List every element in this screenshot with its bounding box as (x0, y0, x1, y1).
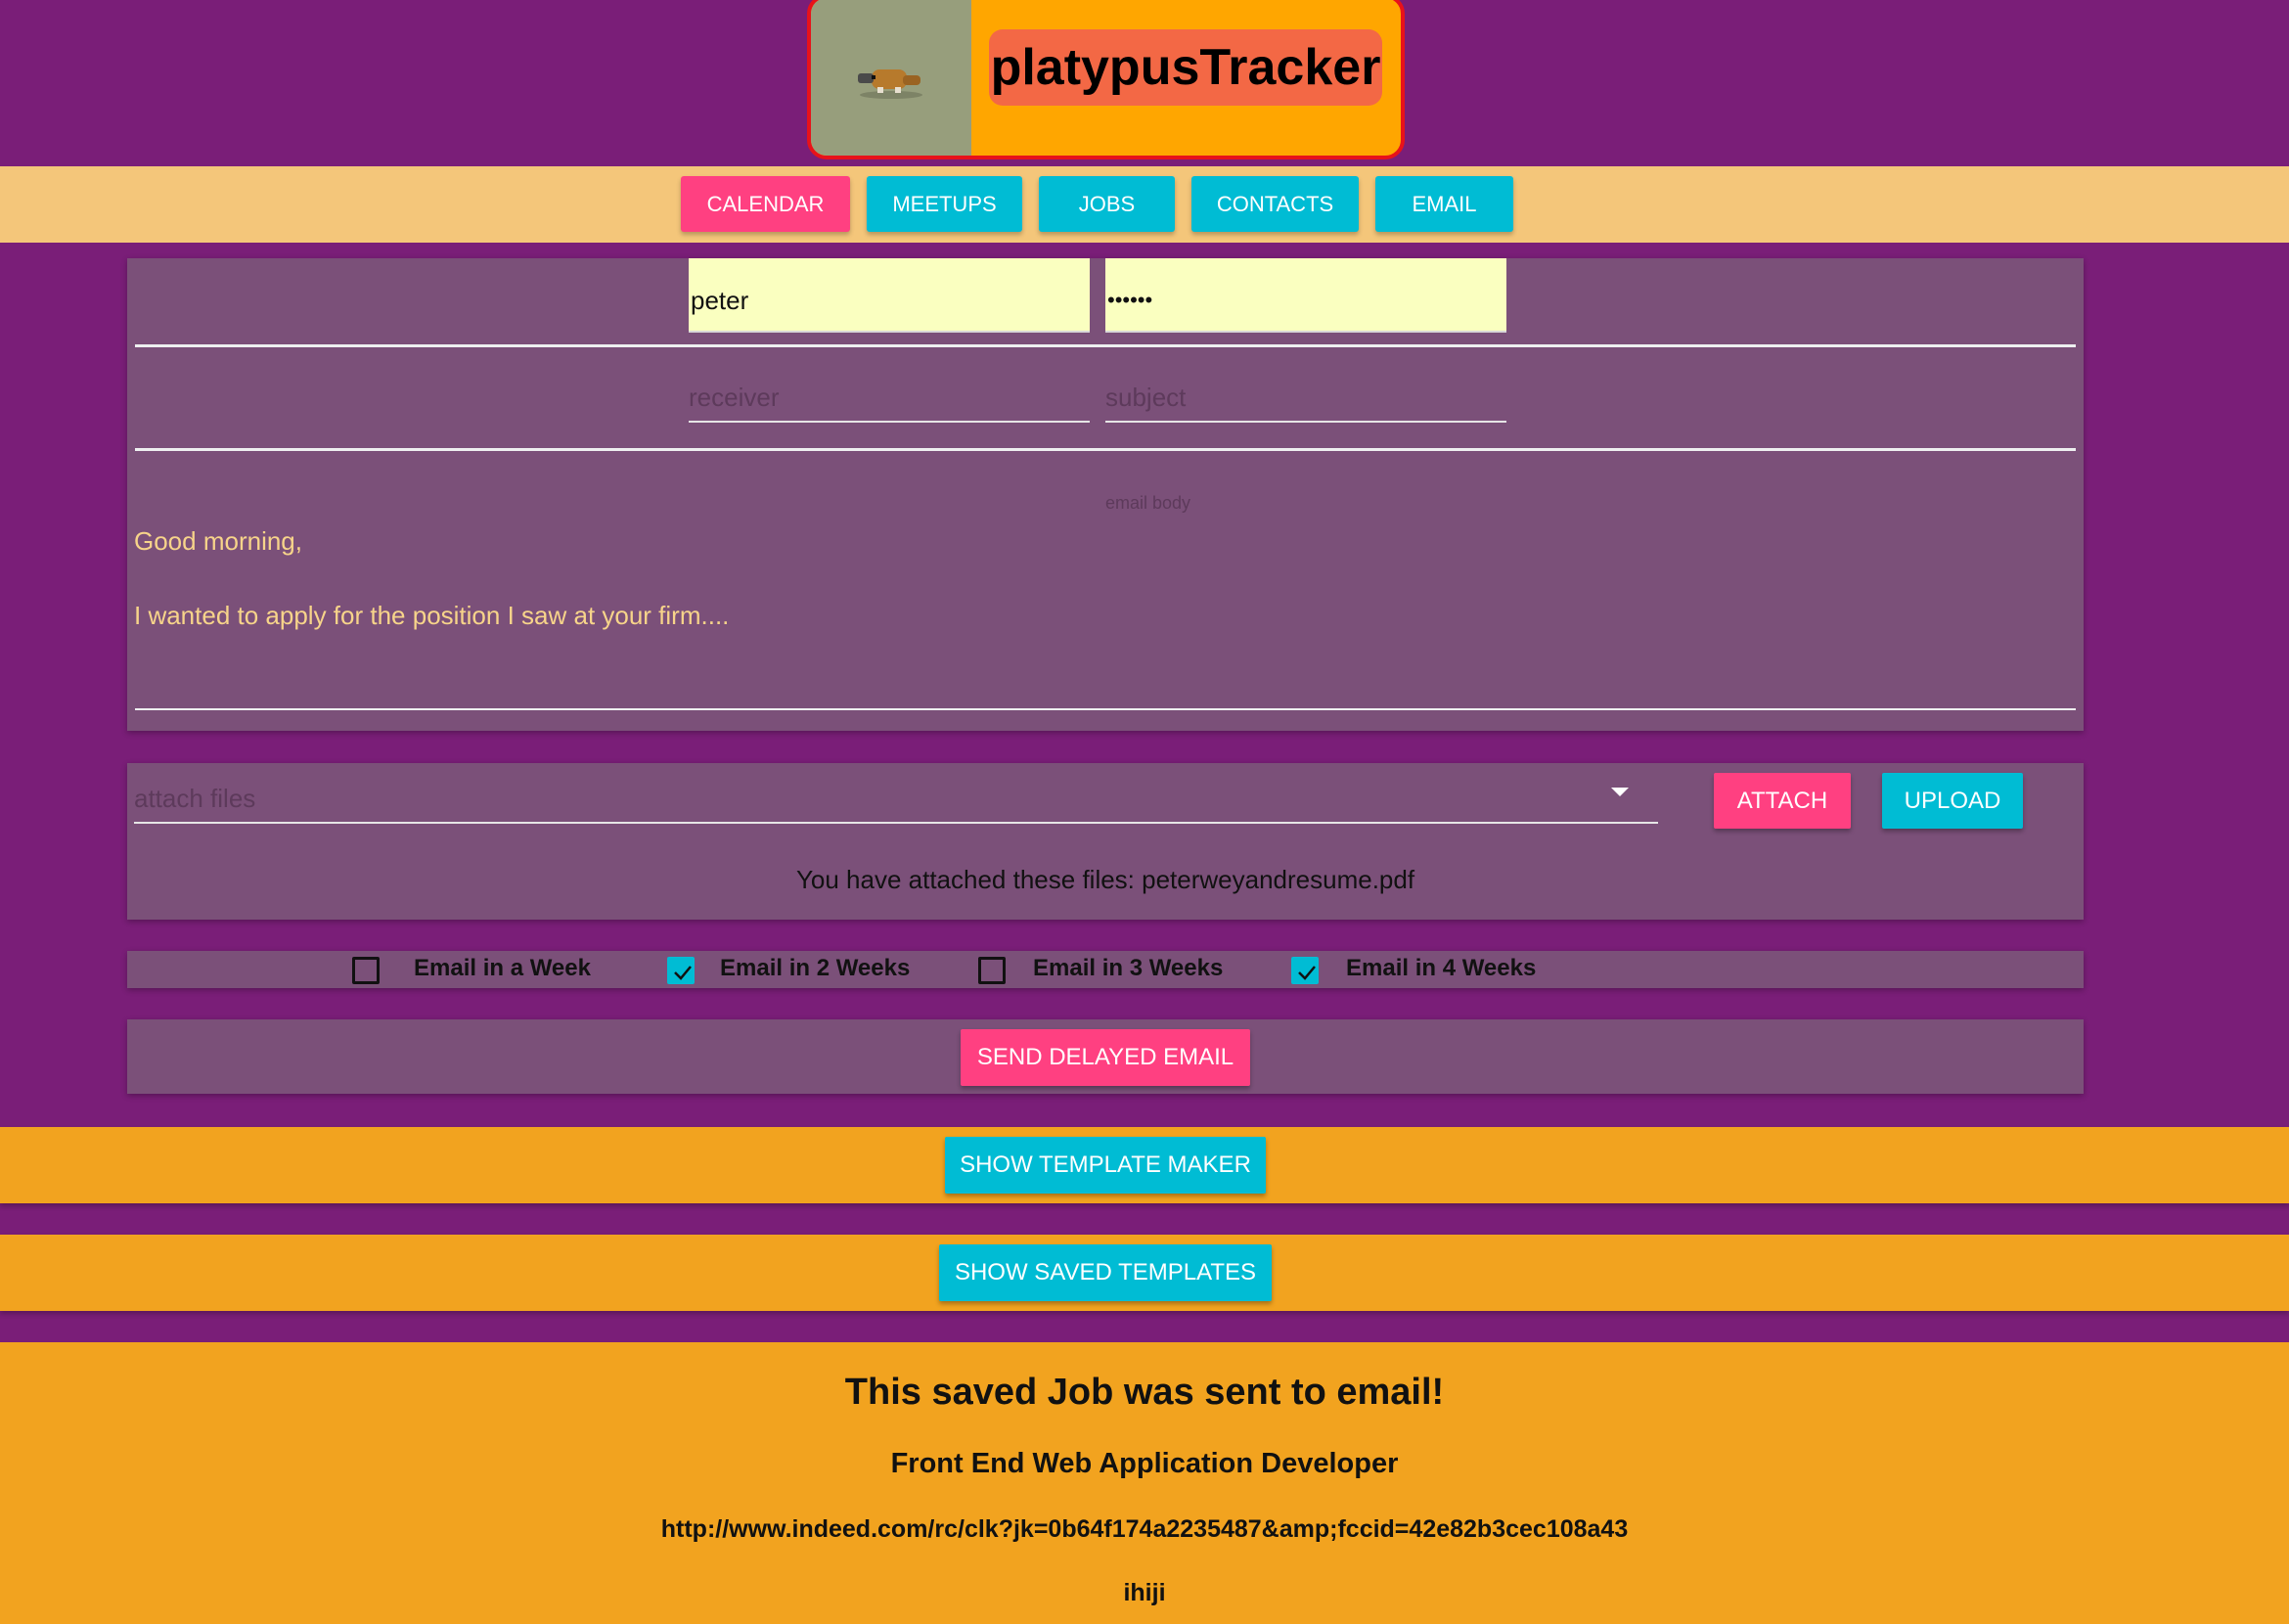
email-body-line[interactable]: I wanted to apply for the position I saw… (134, 601, 729, 631)
checkbox-label: Email in 4 Weeks (1346, 955, 1537, 981)
divider (135, 448, 2076, 451)
checkbox-week-1[interactable] (352, 957, 380, 984)
attach-files-placeholder: attach files (134, 784, 256, 813)
attached-files-status: You have attached these files: peterweya… (795, 865, 1415, 894)
compose-card: peter •••••• receiver subject email body… (127, 258, 2084, 731)
checkbox-label: Email in 2 Weeks (720, 955, 911, 981)
app-header: platypusTracker (807, 0, 1405, 159)
attach-files-select[interactable]: attach files (134, 763, 1658, 824)
saved-job-heading: This saved Job was sent to email! (844, 1372, 1445, 1413)
template-maker-bar: SHOW TEMPLATE MAKER (0, 1127, 2289, 1203)
platypus-icon (811, 0, 971, 156)
saved-job-url[interactable]: http://www.indeed.com/rc/clk?jk=0b64f174… (0, 1515, 2289, 1544)
tab-jobs[interactable]: JOBS (1039, 176, 1175, 232)
show-saved-templates-button[interactable]: SHOW SAVED TEMPLATES (939, 1244, 1272, 1301)
upload-button[interactable]: UPLOAD (1882, 773, 2023, 829)
checkbox-week-3[interactable] (978, 957, 1006, 984)
email-body-line[interactable]: Good morning, (134, 526, 302, 557)
send-card: SEND DELAYED EMAIL (127, 1019, 2084, 1094)
saved-job-panel: This saved Job was sent to email! Front … (0, 1342, 2289, 1624)
show-template-maker-button[interactable]: SHOW TEMPLATE MAKER (945, 1137, 1266, 1194)
attach-button[interactable]: ATTACH (1714, 773, 1851, 829)
app-title: platypusTracker (989, 29, 1382, 106)
checkbox-week-4[interactable] (1291, 957, 1319, 984)
checkbox-label: Email in 3 Weeks (1033, 955, 1224, 981)
checkbox-week-2[interactable] (667, 957, 695, 984)
tab-email[interactable]: EMAIL (1375, 176, 1513, 232)
subject-input[interactable]: subject (1105, 368, 1506, 423)
tab-contacts[interactable]: CONTACTS (1191, 176, 1359, 232)
nav-bar: CALENDAR MEETUPS JOBS CONTACTS EMAIL (0, 166, 2289, 243)
email-body-underline (135, 708, 2076, 710)
divider (135, 344, 2076, 347)
username-field[interactable]: peter (689, 258, 1090, 333)
password-field[interactable]: •••••• (1105, 258, 1506, 333)
checkbox-label: Email in a Week (414, 955, 591, 981)
checkmark-icon (1298, 966, 1316, 980)
saved-job-note: ihiji (1123, 1579, 1166, 1606)
send-delayed-email-button[interactable]: SEND DELAYED EMAIL (961, 1029, 1250, 1086)
attachments-card: attach files ATTACH UPLOAD You have atta… (127, 763, 2084, 920)
checkmark-icon (674, 966, 692, 980)
receiver-input[interactable]: receiver (689, 368, 1090, 423)
saved-job-title: Front End Web Application Developer (890, 1448, 1399, 1479)
schedule-card: Email in a Week Email in 2 Weeks Email i… (127, 951, 2084, 988)
saved-templates-bar: SHOW SAVED TEMPLATES (0, 1235, 2289, 1311)
tab-calendar[interactable]: CALENDAR (681, 176, 850, 232)
email-body-label: email body (1105, 493, 1191, 513)
chevron-down-icon[interactable] (1611, 774, 1629, 804)
tab-meetups[interactable]: MEETUPS (867, 176, 1022, 232)
